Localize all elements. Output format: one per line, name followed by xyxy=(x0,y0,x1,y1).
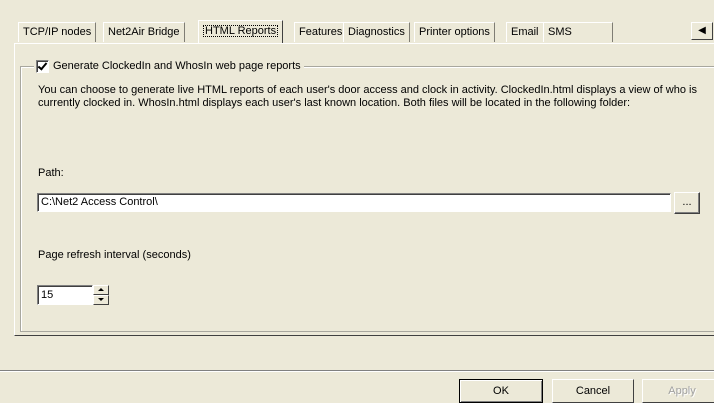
tab-email[interactable]: Email xyxy=(506,22,544,42)
refresh-interval-spinner xyxy=(93,285,109,305)
spin-up-button[interactable] xyxy=(93,285,109,295)
generate-reports-checkbox[interactable] xyxy=(36,59,49,73)
path-input[interactable]: C:\Net2 Access Control\ xyxy=(37,193,671,212)
apply-button[interactable]: Apply xyxy=(642,379,714,403)
refresh-interval-input[interactable]: 15 xyxy=(37,285,93,305)
tab-sms[interactable]: SMS xyxy=(543,22,613,42)
tab-features[interactable]: Features xyxy=(294,22,348,42)
spin-down-button[interactable] xyxy=(93,295,109,305)
generate-reports-label: Generate ClockedIn and WhosIn web page r… xyxy=(53,60,301,72)
tab-tcpip-nodes[interactable]: TCP/IP nodes xyxy=(18,22,97,42)
tab-printer-options[interactable]: Printer options xyxy=(414,22,495,42)
ok-button[interactable]: OK xyxy=(459,379,543,403)
refresh-interval-label: Page refresh interval (seconds) xyxy=(38,249,191,261)
tab-diagnostics[interactable]: Diagnostics xyxy=(343,22,410,42)
tab-net2air-bridge[interactable]: Net2Air Bridge xyxy=(103,22,185,42)
browse-button[interactable]: ... xyxy=(674,192,700,214)
path-label: Path: xyxy=(38,167,64,179)
reports-description: You can choose to generate live HTML rep… xyxy=(38,84,697,109)
tab-html-reports[interactable]: HTML Reports xyxy=(198,20,284,43)
tab-scroll-left-button[interactable]: ◀ xyxy=(691,22,713,40)
arrow-left-icon: ◀ xyxy=(698,25,706,36)
settings-dialog: TCP/IP nodes Net2Air Bridge HTML Reports… xyxy=(0,0,714,403)
footer-separator xyxy=(0,370,714,372)
cancel-button[interactable]: Cancel xyxy=(552,379,634,403)
generate-reports-checkbox-row[interactable]: Generate ClockedIn and WhosIn web page r… xyxy=(34,59,304,73)
